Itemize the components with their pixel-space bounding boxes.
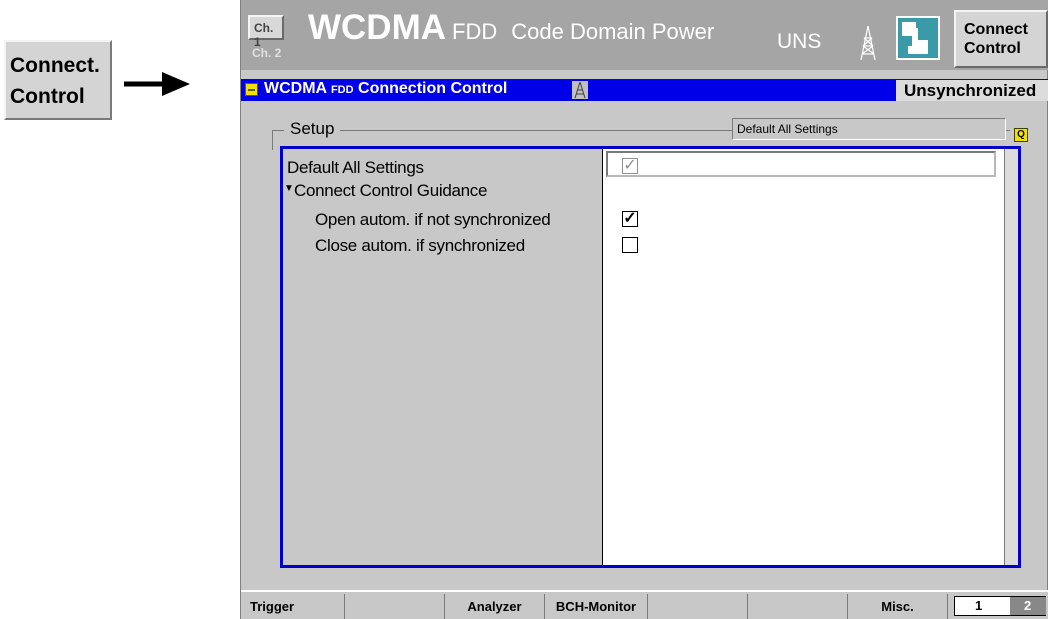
open-autom-checkbox[interactable]: ✓ <box>622 211 638 227</box>
expander-icon[interactable]: ▼ <box>284 183 294 194</box>
sync-status: Unsynchronized <box>896 80 1048 101</box>
title-mode: Code Domain Power <box>511 19 715 44</box>
page-2-label: 2 <box>1024 598 1032 613</box>
title-fdd: FDD <box>452 19 498 44</box>
menu-title-standard: WCDMA <box>264 80 327 97</box>
hand-touch-glyph <box>902 22 928 54</box>
menu-title-fdd: FDD <box>330 84 354 96</box>
default-all-settings-field[interactable]: Default All Settings <box>732 118 1006 140</box>
page-1-label: 1 <box>975 598 983 613</box>
values-column <box>602 149 1004 565</box>
softkey-analyzer[interactable]: Analyzer <box>445 594 545 619</box>
row-label-connect-control-guidance[interactable]: Connect Control Guidance <box>294 181 487 201</box>
q-icon[interactable]: Q <box>1014 128 1028 142</box>
connect-control-line1: Connect <box>964 21 1028 38</box>
menu-icon[interactable] <box>245 83 258 96</box>
title-standard: WCDMA <box>308 8 447 47</box>
softkey-empty-3[interactable] <box>748 594 848 619</box>
row-label-default-all-settings[interactable]: Default All Settings <box>287 158 424 178</box>
tower-icon <box>860 25 876 61</box>
softkey-misc[interactable]: Misc. <box>848 594 948 619</box>
close-autom-checkbox[interactable] <box>622 237 638 253</box>
setup-group-label: Setup <box>284 119 341 139</box>
softkey-bch-monitor[interactable]: BCH-Monitor <box>545 594 648 619</box>
arrow-right-icon <box>124 72 190 96</box>
default-all-settings-checkbox[interactable]: ✓ <box>622 158 638 174</box>
connect-control-key-line1: Connect. <box>10 54 100 77</box>
softkey-trigger[interactable]: Trigger <box>241 594 345 619</box>
group-frame-line-left <box>272 130 273 150</box>
row-label-open-autom[interactable]: Open autom. if not synchronized <box>315 210 551 230</box>
softkey-empty-2[interactable] <box>648 594 748 619</box>
menu-title-name: Connection Control <box>358 80 508 97</box>
connect-control-button[interactable]: Connect Control <box>954 10 1048 68</box>
sync-status-short: UNS <box>777 30 822 53</box>
channel-1-button[interactable]: Ch. 1 <box>248 15 284 49</box>
connect-control-key-line2: Control <box>10 85 85 108</box>
menu-title: WCDMA FDD Connection Control <box>264 80 507 98</box>
hand-touch-icon[interactable] <box>896 16 940 60</box>
softkey-empty-1[interactable] <box>345 594 445 619</box>
row-label-close-autom[interactable]: Close autom. if synchronized <box>315 236 525 256</box>
main-title: WCDMA FDD Code Domain Power <box>308 8 714 58</box>
connect-control-line2: Control <box>964 40 1021 57</box>
scrollbar[interactable] <box>1004 149 1018 565</box>
channel-2-button[interactable]: Ch. 2 <box>248 42 284 67</box>
connect-control-key[interactable]: Connect. Control <box>4 40 112 120</box>
selected-row-highlight <box>606 151 996 177</box>
tower-icon <box>572 81 588 99</box>
